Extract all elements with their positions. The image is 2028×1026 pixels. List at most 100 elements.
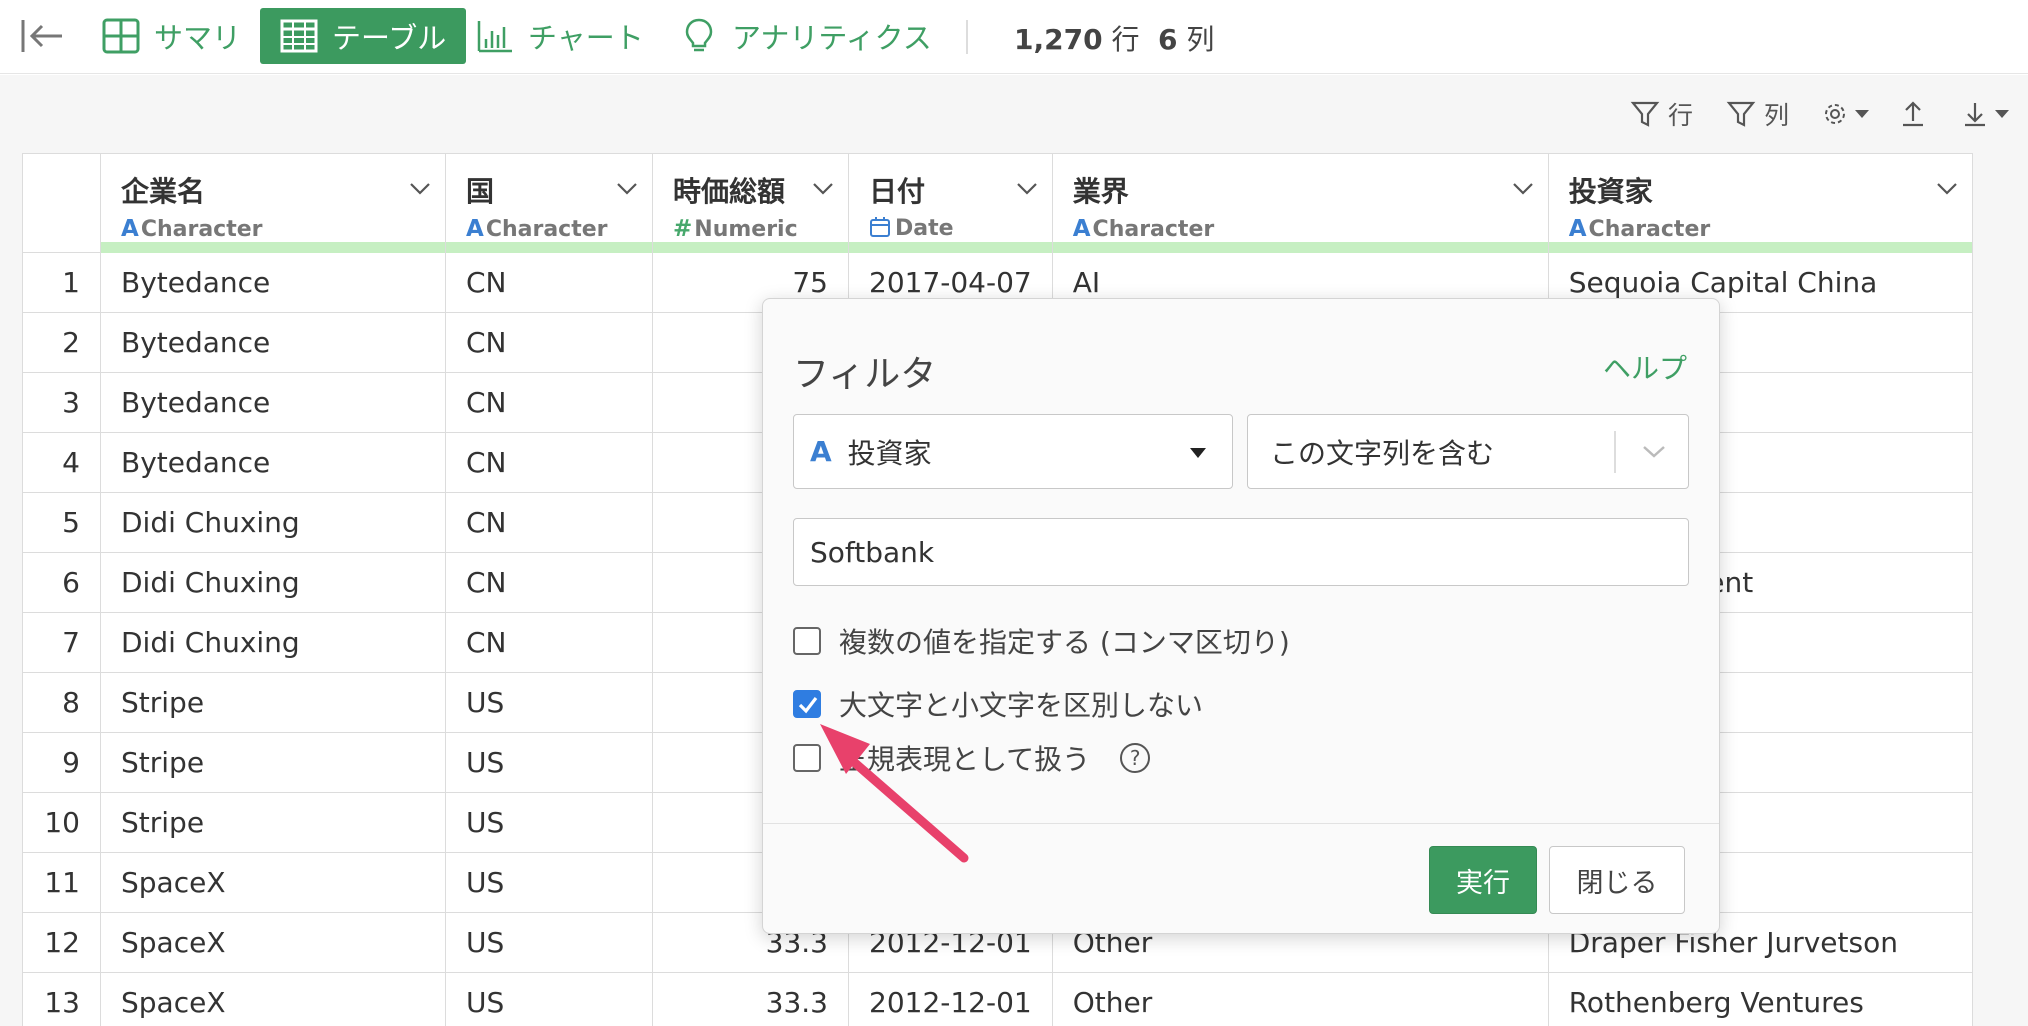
column-quality-bar [1548,242,1972,253]
table-icon [280,19,318,53]
cell-country[interactable]: CN [445,312,653,373]
filter-value-input[interactable]: Softbank [793,518,1689,586]
row-number: 8 [22,672,101,733]
cell-country[interactable]: CN [445,432,653,493]
upload-icon [1903,101,1923,127]
column-filter-label: 列 [1764,101,1790,130]
checkmark-icon [798,697,818,714]
column-header-market-cap[interactable]: 時価総額 #Numeric [652,153,849,253]
tab-table[interactable]: テーブル [260,8,467,64]
chevron-down-icon[interactable] [1936,182,1958,196]
cell-country[interactable]: US [445,912,653,973]
cell-company[interactable]: SpaceX [100,972,446,1026]
filter-dialog: フィルタ ヘルプ A 投資家 この文字列を含む Softbank 複数の値を指定… [762,298,1720,934]
column-count: 6 列 [1158,18,1214,58]
run-button[interactable]: 実行 [1429,846,1537,914]
download-button[interactable] [1960,97,2010,131]
caret-down-icon [1855,110,1869,118]
cell-company[interactable]: SpaceX [100,912,446,973]
tab-analytics[interactable]: アナリティクス [680,8,932,64]
row-filter-button[interactable]: 行 [1630,97,1693,131]
cell-country[interactable]: CN [445,612,653,673]
caret-down-icon [1190,448,1206,458]
cell-company[interactable]: Bytedance [100,312,446,373]
regex-label: 正規表現として扱う [839,743,1091,776]
column-header-country[interactable]: 国 ACharacter [445,153,653,253]
row-filter-label: 行 [1668,101,1694,130]
settings-button[interactable] [1820,97,1870,131]
cell-country[interactable]: CN [445,372,653,433]
tab-summary[interactable]: サマリ [102,8,241,64]
table-row[interactable]: 13 SpaceX US 33.3 2012-12-01 Other Rothenberg … [22,972,1973,1026]
cell-country[interactable]: CN [445,252,653,313]
regex-checkbox[interactable] [793,744,821,772]
cell-country[interactable]: CN [445,552,653,613]
cell-investor[interactable]: Rothenberg Ventures [1547,972,1973,1026]
filter-operator-select[interactable]: この文字列を含む [1247,414,1689,489]
multiple-values-option[interactable]: 複数の値を指定する (コンマ区切り) [793,621,1290,661]
column-header-industry[interactable]: 業界 ACharacter [1051,153,1549,253]
cell-company[interactable]: Bytedance [100,252,446,313]
character-type-icon: A [1072,216,1091,242]
close-button[interactable]: 閉じる [1549,846,1685,914]
column-quality-bar [446,242,652,253]
multiple-values-checkbox[interactable] [793,627,821,655]
cell-country[interactable]: US [445,972,653,1026]
cell-company[interactable]: Stripe [100,792,446,853]
row-number: 5 [22,492,101,553]
caret-down-icon [1995,110,2009,118]
cell-market-cap[interactable]: 33.3 [652,972,849,1026]
cell-company[interactable]: Stripe [100,672,446,733]
chevron-down-icon[interactable] [812,182,834,196]
regex-option[interactable]: 正規表現として扱う ? [793,738,1151,778]
top-nav-bar: サマリ テーブル チャート アナリティクス 1,270 行 6 列 [0,0,2028,74]
ignore-case-label: 大文字と小文字を区別しない [839,689,1204,722]
calendar-icon [870,217,890,237]
column-header-investor[interactable]: 投資家 ACharacter [1547,153,1973,253]
chevron-down-icon[interactable] [616,182,638,196]
help-link[interactable]: ヘルプ [1603,347,1687,387]
chevron-down-icon [1643,446,1665,458]
cell-country[interactable]: US [445,792,653,853]
row-number: 4 [22,432,101,493]
tab-chart[interactable]: チャート [476,8,644,64]
cell-date[interactable]: 2012-12-01 [848,972,1053,1026]
chevron-down-icon[interactable] [1016,182,1038,196]
column-filter-button[interactable]: 列 [1726,97,1789,131]
chevron-down-icon[interactable] [409,182,431,196]
ignore-case-checkbox[interactable] [793,690,821,718]
row-count-value: 1,270 [1014,23,1103,56]
character-type-icon: A [1568,216,1587,242]
cell-country[interactable]: CN [445,492,653,553]
chevron-down-icon[interactable] [1512,182,1534,196]
cell-company[interactable]: Didi Chuxing [100,492,446,553]
upload-button[interactable] [1898,97,1928,131]
cell-industry[interactable]: Other [1051,972,1549,1026]
cell-country[interactable]: US [445,852,653,913]
collapse-left-icon[interactable] [20,18,64,54]
cell-company[interactable]: SpaceX [100,852,446,913]
cell-company[interactable]: Stripe [100,732,446,793]
cell-country[interactable]: US [445,732,653,793]
bar-chart-icon [477,21,512,53]
filter-column-select[interactable]: A 投資家 [793,414,1233,489]
column-header-date[interactable]: 日付 Date [848,153,1053,253]
question-circle-icon[interactable]: ? [1120,743,1151,773]
cell-company[interactable]: Bytedance [100,372,446,433]
filter-icon [1630,101,1660,127]
column-quality-bar [101,242,445,253]
tab-table-label: テーブル [332,21,447,55]
tab-chart-label: チャート [528,21,644,55]
ignore-case-option[interactable]: 大文字と小文字を区別しない [793,684,1203,724]
column-header-company[interactable]: 企業名 ACharacter [100,153,446,253]
summary-grid-icon [102,18,140,54]
row-count-unit: 行 [1111,23,1140,56]
select-divider [1614,431,1616,473]
filter-icon [1726,101,1756,127]
row-count: 1,270 行 [1014,18,1140,58]
cell-company[interactable]: Didi Chuxing [100,552,446,613]
row-number: 7 [22,612,101,673]
cell-country[interactable]: US [445,672,653,733]
cell-company[interactable]: Bytedance [100,432,446,493]
cell-company[interactable]: Didi Chuxing [100,612,446,673]
